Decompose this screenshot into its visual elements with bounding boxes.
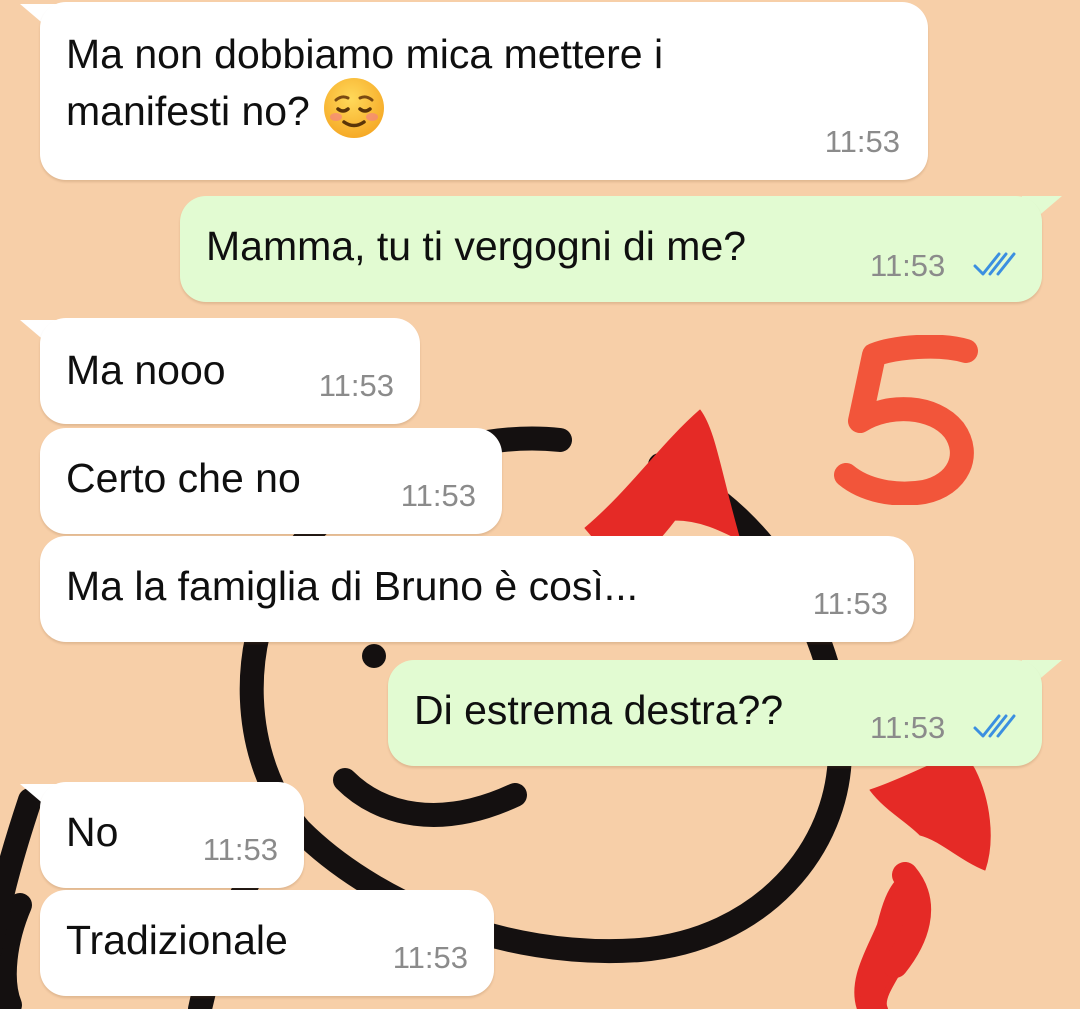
message-bubble-incoming[interactable]: Ma nooo 11:53: [40, 318, 420, 424]
relieved-face-emoji-icon: [323, 78, 384, 138]
message-text: Ma non dobbiamo mica mettere i manifesti…: [66, 26, 663, 146]
message-bubble-outgoing[interactable]: Di estrema destra?? 11:53: [388, 660, 1042, 766]
doodle-smile: [333, 768, 527, 827]
message-timestamp: 11:53: [392, 940, 468, 975]
message-text: Certo che no: [66, 455, 301, 501]
message-bubble-incoming[interactable]: Ma la famiglia di Bruno è così... 11:53: [40, 536, 914, 642]
message-timestamp: 11:53: [318, 368, 394, 403]
message-bubble-incoming[interactable]: Ma non dobbiamo mica mettere i manifesti…: [40, 2, 928, 180]
message-timestamp: 11:53: [400, 478, 476, 513]
message-timestamp: 11:53: [870, 248, 946, 283]
message-text: Ma nooo: [66, 347, 226, 393]
message-timestamp: 11:53: [870, 710, 946, 745]
message-text: Tradizionale: [66, 917, 288, 963]
read-receipt-double-check-icon: [973, 252, 1016, 276]
message-line: manifesti no?: [66, 87, 310, 134]
handwritten-number-text: 5: [834, 335, 984, 505]
message-text: Mamma, tu ti vergogni di me?: [206, 223, 747, 269]
message-text: Ma la famiglia di Bruno è così...: [66, 563, 638, 609]
message-text: Di estrema destra??: [414, 687, 784, 733]
message-bubble-incoming[interactable]: Certo che no 11:53: [40, 428, 502, 534]
message-bubble-incoming[interactable]: No 11:53: [40, 782, 304, 888]
message-timestamp: 11:53: [202, 832, 278, 867]
read-receipt-double-check-icon: [973, 714, 1016, 738]
message-bubble-incoming[interactable]: Tradizionale 11:53: [40, 890, 494, 996]
message-text: No: [66, 809, 119, 855]
message-timestamp: 11:53: [824, 124, 900, 159]
message-bubble-outgoing[interactable]: Mamma, tu ti vergogni di me? 11:53: [180, 196, 1042, 302]
doodle-eye: [362, 644, 386, 668]
message-timestamp: 11:53: [812, 586, 888, 621]
handwritten-number-annotation: 5: [834, 334, 984, 506]
message-line: Ma non dobbiamo mica mettere i: [66, 31, 664, 77]
